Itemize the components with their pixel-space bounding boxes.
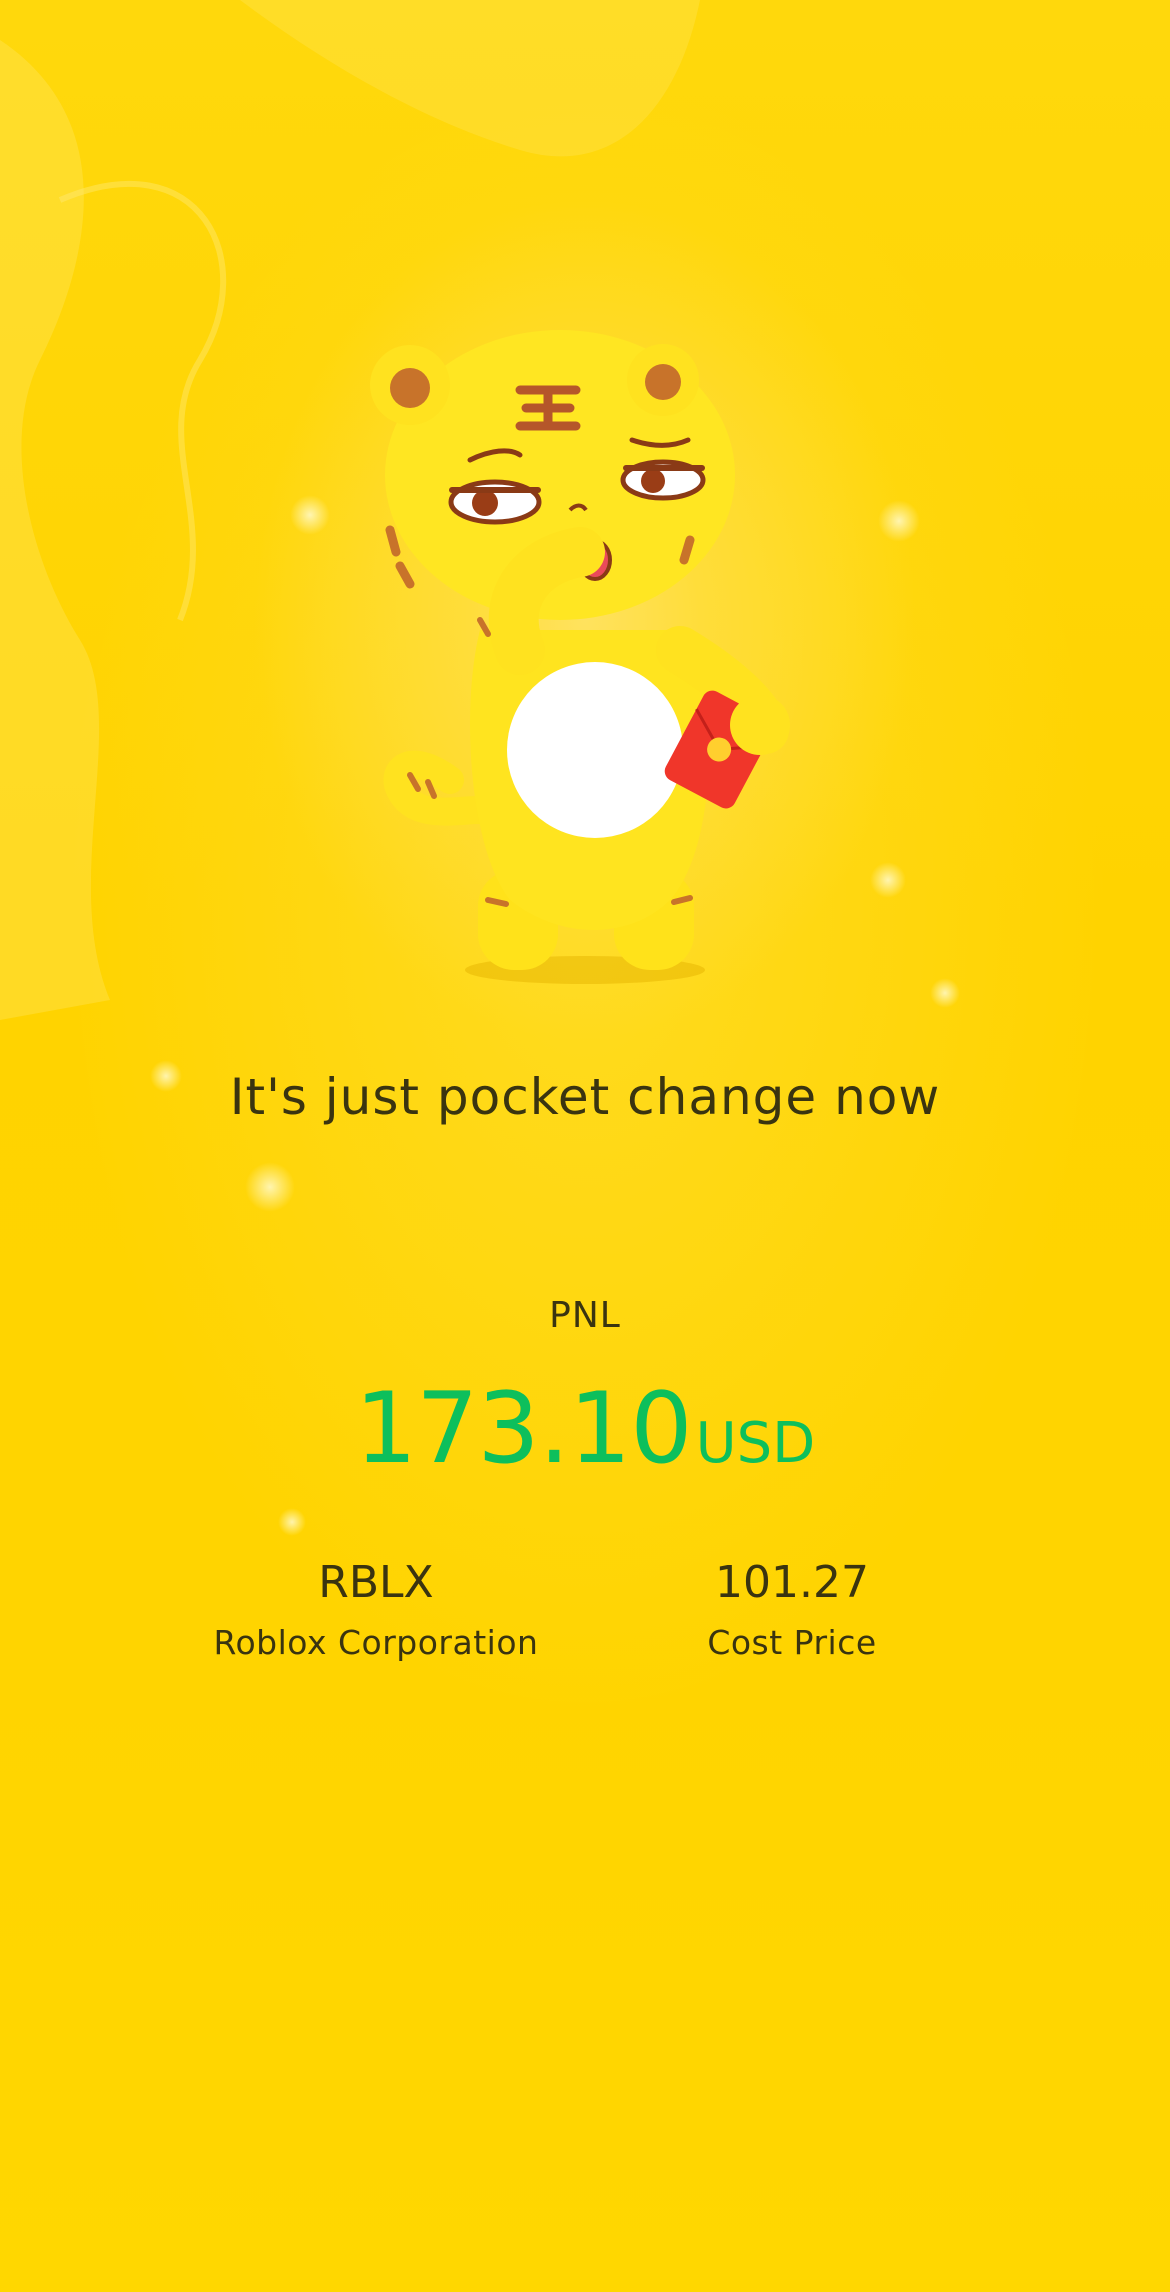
pnl-currency: USD xyxy=(695,1411,816,1476)
stock-ticker: RBLX xyxy=(318,1557,434,1608)
stock-info: RBLX Roblox Corporation xyxy=(156,1555,596,1667)
tiger-mascot-icon xyxy=(370,330,790,984)
sparkle xyxy=(878,500,920,542)
pnl-amount: 173.10 xyxy=(354,1372,693,1486)
stock-company-name: Roblox Corporation xyxy=(213,1623,539,1662)
sparkle xyxy=(930,978,960,1008)
sparkle xyxy=(290,495,330,535)
pnl-value: 173.10USD xyxy=(0,1372,1170,1486)
headline-text: It's just pocket change now xyxy=(229,1068,941,1126)
pnl-label: PNL xyxy=(549,1295,621,1336)
sparkle xyxy=(278,1508,306,1536)
cost-info: 101.27 Cost Price xyxy=(572,1555,1012,1667)
cost-price-value: 101.27 xyxy=(715,1557,869,1608)
sparkle xyxy=(870,862,906,898)
sparkle xyxy=(245,1162,295,1212)
cost-price-label: Cost Price xyxy=(707,1623,877,1662)
